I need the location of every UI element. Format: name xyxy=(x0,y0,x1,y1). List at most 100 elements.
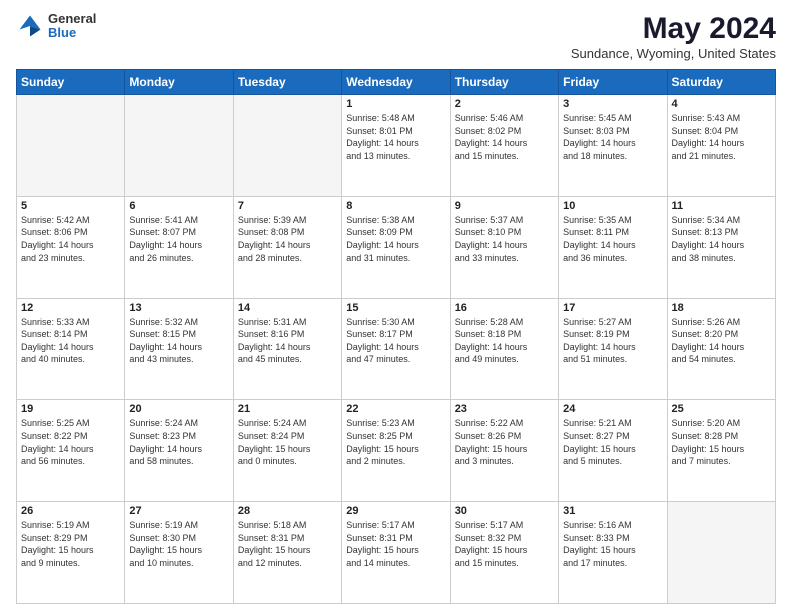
day-number: 25 xyxy=(672,403,771,415)
table-row: 24 Sunrise: 5:21 AM Sunset: 8:27 PM Dayli… xyxy=(559,400,667,502)
day-info: Sunrise: 5:19 AM Sunset: 8:29 PM Dayligh… xyxy=(21,519,120,569)
table-row xyxy=(667,502,775,604)
table-row: 5Sunrise: 5:42 AM Sunset: 8:06 PM Daylig… xyxy=(17,196,125,298)
day-info: Sunrise: 5:16 AM Sunset: 8:33 PM Dayligh… xyxy=(563,519,662,569)
table-row: 11 Sunrise: 5:34 AM Sunset: 8:13 PM Dayli… xyxy=(667,196,775,298)
logo: General Blue xyxy=(16,12,96,41)
day-info: Sunrise: 5:32 AM Sunset: 8:15 PM Dayligh… xyxy=(129,316,228,366)
table-row: 25Sunrise: 5:20 AM Sunset: 8:28 PM Dayli… xyxy=(667,400,775,502)
day-info: Sunrise: 5:30 AM Sunset: 8:17 PM Dayligh… xyxy=(346,316,445,366)
calendar-week-row: 19 Sunrise: 5:25 AM Sunset: 8:22 PM Dayli… xyxy=(17,400,776,502)
day-info: Sunrise: 5:28 AM Sunset: 8:18 PM Dayligh… xyxy=(455,316,554,366)
logo-icon xyxy=(16,12,44,40)
table-row xyxy=(17,95,125,197)
calendar-week-row: 26 Sunrise: 5:19 AM Sunset: 8:29 PM Dayli… xyxy=(17,502,776,604)
page: General Blue May 2024 Sundance, Wyoming,… xyxy=(0,0,792,612)
day-info: Sunrise: 5:43 AM Sunset: 8:04 PM Dayligh… xyxy=(672,112,771,162)
day-number: 19 xyxy=(21,403,120,415)
table-row: 28 Sunrise: 5:18 AM Sunset: 8:31 PM Dayli… xyxy=(233,502,341,604)
calendar-week-row: 5Sunrise: 5:42 AM Sunset: 8:06 PM Daylig… xyxy=(17,196,776,298)
day-number: 22 xyxy=(346,403,445,415)
day-info: Sunrise: 5:48 AM Sunset: 8:01 PM Dayligh… xyxy=(346,112,445,162)
table-row: 19 Sunrise: 5:25 AM Sunset: 8:22 PM Dayli… xyxy=(17,400,125,502)
day-info: Sunrise: 5:17 AM Sunset: 8:32 PM Dayligh… xyxy=(455,519,554,569)
header: General Blue May 2024 Sundance, Wyoming,… xyxy=(16,12,776,61)
table-row: 20 Sunrise: 5:24 AM Sunset: 8:23 PM Dayli… xyxy=(125,400,233,502)
table-row: 1 Sunrise: 5:48 AM Sunset: 8:01 PM Daylig… xyxy=(342,95,450,197)
day-number: 7 xyxy=(238,200,337,212)
day-number: 24 xyxy=(563,403,662,415)
day-info: Sunrise: 5:19 AM Sunset: 8:30 PM Dayligh… xyxy=(129,519,228,569)
day-info: Sunrise: 5:35 AM Sunset: 8:11 PM Dayligh… xyxy=(563,214,662,264)
table-row: 29Sunrise: 5:17 AM Sunset: 8:31 PM Dayli… xyxy=(342,502,450,604)
day-number: 13 xyxy=(129,302,228,314)
table-row xyxy=(125,95,233,197)
day-number: 12 xyxy=(21,302,120,314)
table-row: 3Sunrise: 5:45 AM Sunset: 8:03 PM Daylig… xyxy=(559,95,667,197)
day-info: Sunrise: 5:26 AM Sunset: 8:20 PM Dayligh… xyxy=(672,316,771,366)
col-wednesday: Wednesday xyxy=(342,70,450,95)
day-number: 28 xyxy=(238,505,337,517)
day-info: Sunrise: 5:22 AM Sunset: 8:26 PM Dayligh… xyxy=(455,417,554,467)
day-number: 17 xyxy=(563,302,662,314)
day-number: 26 xyxy=(21,505,120,517)
table-row: 18 Sunrise: 5:26 AM Sunset: 8:20 PM Dayli… xyxy=(667,298,775,400)
table-row: 8Sunrise: 5:38 AM Sunset: 8:09 PM Daylig… xyxy=(342,196,450,298)
logo-general-text: General xyxy=(48,12,96,26)
day-info: Sunrise: 5:39 AM Sunset: 8:08 PM Dayligh… xyxy=(238,214,337,264)
day-info: Sunrise: 5:33 AM Sunset: 8:14 PM Dayligh… xyxy=(21,316,120,366)
day-number: 11 xyxy=(672,200,771,212)
day-info: Sunrise: 5:46 AM Sunset: 8:02 PM Dayligh… xyxy=(455,112,554,162)
day-number: 18 xyxy=(672,302,771,314)
day-number: 30 xyxy=(455,505,554,517)
table-row: 27 Sunrise: 5:19 AM Sunset: 8:30 PM Dayli… xyxy=(125,502,233,604)
day-number: 21 xyxy=(238,403,337,415)
table-row: 14 Sunrise: 5:31 AM Sunset: 8:16 PM Dayli… xyxy=(233,298,341,400)
day-number: 16 xyxy=(455,302,554,314)
month-title: May 2024 xyxy=(571,12,776,46)
day-number: 2 xyxy=(455,98,554,110)
day-info: Sunrise: 5:24 AM Sunset: 8:23 PM Dayligh… xyxy=(129,417,228,467)
col-sunday: Sunday xyxy=(17,70,125,95)
day-info: Sunrise: 5:25 AM Sunset: 8:22 PM Dayligh… xyxy=(21,417,120,467)
col-friday: Friday xyxy=(559,70,667,95)
day-info: Sunrise: 5:24 AM Sunset: 8:24 PM Dayligh… xyxy=(238,417,337,467)
day-number: 15 xyxy=(346,302,445,314)
table-row: 31Sunrise: 5:16 AM Sunset: 8:33 PM Dayli… xyxy=(559,502,667,604)
calendar-table: Sunday Monday Tuesday Wednesday Thursday… xyxy=(16,69,776,604)
col-monday: Monday xyxy=(125,70,233,95)
weekday-header-row: Sunday Monday Tuesday Wednesday Thursday… xyxy=(17,70,776,95)
day-number: 27 xyxy=(129,505,228,517)
table-row: 17 Sunrise: 5:27 AM Sunset: 8:19 PM Dayli… xyxy=(559,298,667,400)
table-row: 7 Sunrise: 5:39 AM Sunset: 8:08 PM Daylig… xyxy=(233,196,341,298)
day-number: 14 xyxy=(238,302,337,314)
day-info: Sunrise: 5:45 AM Sunset: 8:03 PM Dayligh… xyxy=(563,112,662,162)
day-info: Sunrise: 5:31 AM Sunset: 8:16 PM Dayligh… xyxy=(238,316,337,366)
day-number: 9 xyxy=(455,200,554,212)
table-row: 6Sunrise: 5:41 AM Sunset: 8:07 PM Daylig… xyxy=(125,196,233,298)
day-number: 23 xyxy=(455,403,554,415)
day-number: 10 xyxy=(563,200,662,212)
day-info: Sunrise: 5:21 AM Sunset: 8:27 PM Dayligh… xyxy=(563,417,662,467)
day-number: 4 xyxy=(672,98,771,110)
day-number: 20 xyxy=(129,403,228,415)
day-number: 5 xyxy=(21,200,120,212)
day-info: Sunrise: 5:37 AM Sunset: 8:10 PM Dayligh… xyxy=(455,214,554,264)
table-row: 15 Sunrise: 5:30 AM Sunset: 8:17 PM Dayli… xyxy=(342,298,450,400)
table-row: 22Sunrise: 5:23 AM Sunset: 8:25 PM Dayli… xyxy=(342,400,450,502)
day-info: Sunrise: 5:18 AM Sunset: 8:31 PM Dayligh… xyxy=(238,519,337,569)
logo-text: General Blue xyxy=(48,12,96,41)
table-row: 2 Sunrise: 5:46 AM Sunset: 8:02 PM Daylig… xyxy=(450,95,558,197)
location-subtitle: Sundance, Wyoming, United States xyxy=(571,46,776,61)
table-row xyxy=(233,95,341,197)
col-saturday: Saturday xyxy=(667,70,775,95)
logo-blue-text: Blue xyxy=(48,26,96,40)
day-info: Sunrise: 5:27 AM Sunset: 8:19 PM Dayligh… xyxy=(563,316,662,366)
table-row: 4 Sunrise: 5:43 AM Sunset: 8:04 PM Daylig… xyxy=(667,95,775,197)
day-number: 6 xyxy=(129,200,228,212)
day-number: 29 xyxy=(346,505,445,517)
day-number: 1 xyxy=(346,98,445,110)
table-row: 10 Sunrise: 5:35 AM Sunset: 8:11 PM Dayli… xyxy=(559,196,667,298)
day-info: Sunrise: 5:34 AM Sunset: 8:13 PM Dayligh… xyxy=(672,214,771,264)
col-thursday: Thursday xyxy=(450,70,558,95)
